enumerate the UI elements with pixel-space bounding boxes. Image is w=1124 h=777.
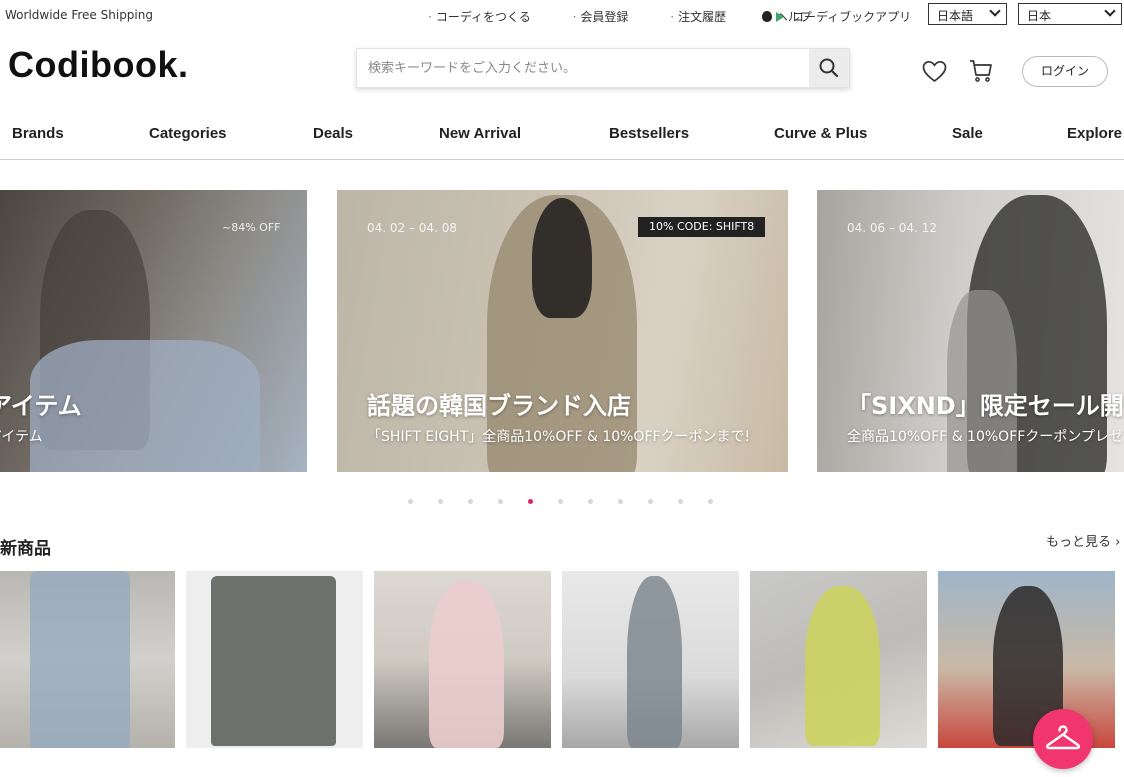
carousel-dot[interactable] xyxy=(558,499,563,504)
carousel-dot[interactable] xyxy=(408,499,413,504)
carousel-dot[interactable] xyxy=(648,499,653,504)
banner-date: 04. 06 – 04. 12 xyxy=(847,221,937,235)
product-card[interactable] xyxy=(562,571,739,748)
banner-date: 04. 02 – 04. 08 xyxy=(367,221,457,235)
outfit-creator-button[interactable] xyxy=(1033,709,1093,769)
nav-bestsellers[interactable]: Bestsellers xyxy=(609,125,689,142)
banner-subtitle: アイテム xyxy=(0,429,43,445)
country-select[interactable]: 日本 xyxy=(1018,3,1122,25)
search-button[interactable] xyxy=(809,49,849,87)
promo-banner[interactable]: 04. 02 – 04. 08 10% CODE: SHIFT8 話題の韓国ブラ… xyxy=(337,190,788,472)
banner-subtitle: 「SHIFT EIGHT」全商品10%OFF & 10%OFFクーポンまで! xyxy=(367,429,751,445)
product-image xyxy=(211,576,336,746)
promo-banner[interactable]: 04. 06 – 04. 12 「SIXND」限定セール開催中 全商品10%OF… xyxy=(817,190,1124,472)
product-image xyxy=(627,576,682,748)
product-card[interactable] xyxy=(0,571,175,748)
nav-curve-plus[interactable]: Curve & Plus xyxy=(774,125,867,142)
cart-icon[interactable] xyxy=(969,59,993,83)
nav-sale[interactable]: Sale xyxy=(952,125,983,142)
product-image xyxy=(805,586,880,746)
shipping-notice: Worldwide Free Shipping xyxy=(5,8,153,22)
nav-new-arrival[interactable]: New Arrival xyxy=(439,125,521,142)
top-bar: Worldwide Free Shipping · コーディをつくる · 会員登録 … xyxy=(0,0,1124,32)
link-order-history[interactable]: · 注文履歴 xyxy=(670,10,745,24)
link-register[interactable]: · 会員登録 xyxy=(573,10,648,24)
product-image xyxy=(30,571,130,748)
nav-explore[interactable]: Explore xyxy=(1067,125,1122,142)
site-logo[interactable]: Codibook. xyxy=(8,44,188,86)
banner-discount: ~84% OFF xyxy=(222,221,281,234)
carousel-dot[interactable] xyxy=(468,499,473,504)
banner-photo xyxy=(532,198,592,318)
nav-deals[interactable]: Deals xyxy=(313,125,353,142)
carousel-dot[interactable] xyxy=(678,499,683,504)
search-icon xyxy=(819,58,839,78)
carousel-dot[interactable] xyxy=(618,499,623,504)
product-image xyxy=(429,581,504,748)
product-card[interactable] xyxy=(750,571,927,748)
hanger-icon xyxy=(1045,725,1081,750)
coupon-code-badge: 10% CODE: SHIFT8 xyxy=(638,217,766,237)
see-more-link[interactable]: もっと見る › xyxy=(1046,531,1120,550)
main-nav: Brands Categories Deals New Arrival Best… xyxy=(0,114,1124,160)
login-button[interactable]: ログイン xyxy=(1022,56,1108,87)
chevron-down-icon xyxy=(1104,5,1116,17)
play-store-icon xyxy=(776,12,784,22)
section-title: 新商品 xyxy=(0,539,51,559)
heart-icon[interactable] xyxy=(922,60,947,83)
search-input[interactable] xyxy=(357,49,811,87)
banner-title: 「SIXND」限定セール開催中 xyxy=(847,392,1124,420)
carousel-dot[interactable] xyxy=(588,499,593,504)
banner-subtitle: 全商品10%OFF & 10%OFFクーポンプレゼ xyxy=(847,429,1123,445)
banner-title: 話題の韓国ブランド入店 xyxy=(367,392,631,420)
promo-banner[interactable]: ~84% OFF アイテム アイテム xyxy=(0,190,307,472)
nav-categories[interactable]: Categories xyxy=(149,125,227,142)
apple-icon xyxy=(762,11,772,22)
product-card[interactable] xyxy=(186,571,363,748)
app-download-link[interactable]: コーディブックアプリ xyxy=(762,8,911,25)
nav-brands[interactable]: Brands xyxy=(12,125,64,142)
language-select[interactable]: 日本語 xyxy=(928,3,1007,25)
carousel-dot-active[interactable] xyxy=(528,499,533,504)
carousel-dot[interactable] xyxy=(438,499,443,504)
product-card[interactable] xyxy=(374,571,551,748)
chevron-down-icon xyxy=(989,5,1001,17)
carousel-dot[interactable] xyxy=(498,499,503,504)
search-bar xyxy=(356,48,850,88)
carousel-dot[interactable] xyxy=(708,499,713,504)
link-create-outfit[interactable]: · コーディをつくる xyxy=(428,10,550,24)
banner-title: アイテム xyxy=(0,392,82,420)
